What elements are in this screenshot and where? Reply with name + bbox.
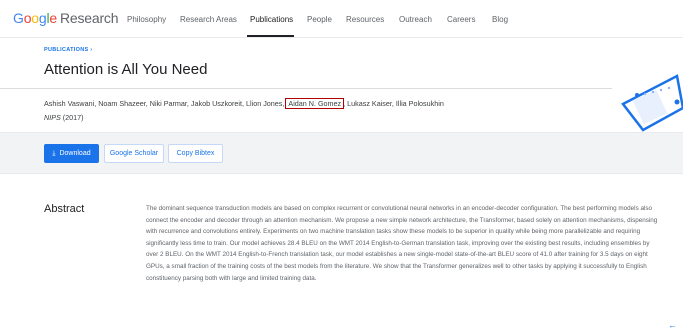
venue-name: NIPS [44, 113, 61, 122]
copy-bibtex-button[interactable]: Copy Bibtex [168, 144, 223, 163]
nav-philosophy[interactable]: Philosophy [127, 15, 166, 24]
author-name[interactable]: Jakob Uszkoreit [191, 99, 242, 108]
author-name[interactable]: Llion Jones [246, 99, 282, 108]
logo-letter: e [49, 10, 57, 26]
breadcrumb[interactable]: PUBLICATIONS › [44, 47, 92, 53]
author-name-highlighted[interactable]: Aidan N. Gomez [285, 98, 345, 109]
decor-dot [659, 88, 663, 92]
active-nav-indicator [247, 35, 294, 37]
title-divider [0, 88, 612, 89]
download-button[interactable]: ⤓ Download [44, 144, 99, 163]
author-name[interactable]: Ashish Vaswani [44, 99, 94, 108]
abstract-text: The dominant sequence transduction model… [146, 205, 658, 282]
author-name[interactable]: Niki Parmar [150, 99, 187, 108]
nav-careers[interactable]: Careers [447, 15, 475, 24]
author-list: Ashish Vaswani, Noam Shazeer, Niki Parma… [44, 98, 444, 109]
nav-research-areas[interactable]: Research Areas [180, 15, 237, 24]
venue-year: (2017) [62, 113, 84, 122]
abstract-heading: Abstract [44, 203, 85, 215]
nav-people[interactable]: People [307, 15, 332, 24]
download-icon: ⤓ [52, 149, 56, 157]
download-label: Download [59, 150, 91, 157]
page-title: Attention is All You Need [44, 61, 208, 78]
decor-dot [667, 86, 671, 90]
author-name[interactable]: Illia Polosukhin [396, 99, 444, 108]
nav-blog[interactable]: Blog [492, 15, 508, 24]
google-scholar-button[interactable]: Google Scholar [104, 144, 164, 163]
action-bar [0, 132, 683, 174]
decor-dot [643, 92, 647, 96]
logo-letter: G [13, 10, 24, 26]
top-header: Google Research Philosophy Research Areas… [0, 0, 683, 38]
logo-letter: o [31, 10, 39, 26]
decor-dot [651, 90, 655, 94]
nav-resources[interactable]: Resources [346, 15, 384, 24]
venue: NIPS (2017) [44, 113, 84, 122]
author-name[interactable]: Noam Shazeer [98, 99, 146, 108]
author-name[interactable]: Lukasz Kaiser [347, 99, 392, 108]
nav-outreach[interactable]: Outreach [399, 15, 432, 24]
decor-dot [674, 99, 680, 105]
logo-suffix: Research [60, 10, 119, 26]
copy-bibtex-label: Copy Bibtex [176, 150, 215, 157]
nav-publications[interactable]: Publications [250, 15, 293, 24]
back-arrow-icon[interactable]: ← [668, 320, 677, 330]
google-research-logo[interactable]: Google Research [13, 10, 119, 26]
google-scholar-label: Google Scholar [109, 150, 159, 157]
decor-dot [635, 93, 639, 97]
